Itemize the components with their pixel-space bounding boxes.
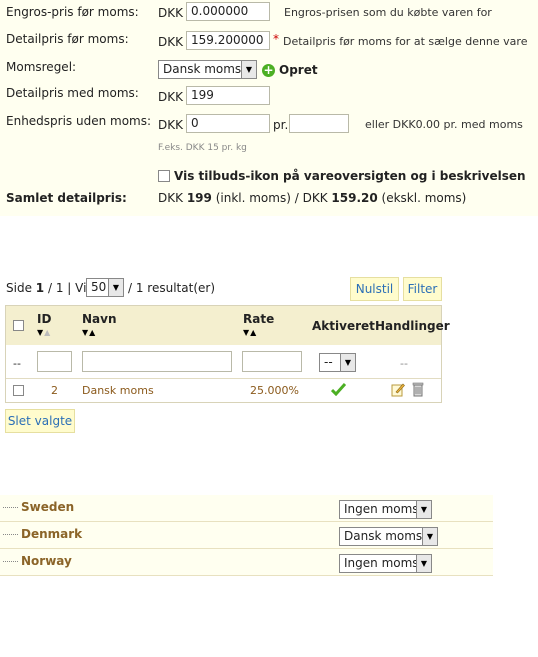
pricing-panel: Engros-pris før moms: DKK 0.000000 Engro… — [0, 0, 538, 216]
check-icon[interactable] — [331, 383, 346, 396]
zone-row-norway: Norway Ingen moms ▼ — [0, 549, 493, 576]
wholesale-price-input[interactable]: 0.000000 — [186, 2, 270, 21]
total-incl-value: 199 — [186, 191, 212, 205]
unit-input[interactable] — [289, 114, 349, 133]
unit-price-currency: DKK — [158, 118, 183, 132]
zone-tax-value: Ingen moms — [344, 556, 419, 570]
zone-tax-value: Dansk moms — [344, 529, 423, 543]
unit-price-label: Enhedspris uden moms: — [6, 114, 152, 128]
filter-enabled-select[interactable]: -- ▼ — [319, 353, 356, 372]
sort-arrows-icon[interactable]: ▼▲ — [82, 328, 96, 337]
row-name: Dansk moms — [82, 384, 154, 397]
chevron-down-icon: ▼ — [241, 61, 256, 78]
create-tax-rule-link[interactable]: Opret — [279, 63, 318, 77]
row-rate: 25.000% — [250, 384, 299, 397]
chevron-down-icon: ▼ — [108, 279, 123, 296]
wholesale-price-hint: Engros-prisen som du købte varen for — [284, 6, 492, 19]
retail-incl-currency: DKK — [158, 90, 183, 104]
reset-button[interactable]: Nulstil — [350, 277, 399, 301]
filter-rate-input[interactable] — [242, 351, 302, 372]
zone-tax-value: Ingen moms — [344, 502, 419, 516]
page-current: 1 — [35, 281, 45, 295]
retail-price-excl-label: Detailpris før moms: — [6, 32, 129, 46]
column-actions: Handlinger — [375, 319, 450, 333]
total-currency-incl: DKK — [158, 191, 183, 205]
on-sale-label: Vis tilbuds-ikon på vareoversigten og i … — [174, 169, 526, 183]
column-rate[interactable]: Rate — [243, 312, 274, 326]
retail-price-excl-hint: Detailpris før moms for at sælge denne v… — [283, 35, 528, 48]
total-excl-text: (ekskl. moms) — [381, 191, 467, 205]
tax-table: ID ▼▲ Navn ▼▲ Rate ▼▲ Aktiveret Handling… — [5, 305, 450, 403]
total-price-summary: DKK 199 (inkl. moms) / DKK 159.20 (ekskl… — [158, 191, 466, 205]
tax-rule-select[interactable]: Dansk moms ▼ — [158, 60, 257, 79]
zone-country-name: Sweden — [21, 500, 75, 514]
zone-country-name: Denmark — [21, 527, 83, 541]
add-icon[interactable]: + — [262, 64, 275, 77]
zone-tax-select[interactable]: Ingen moms ▼ — [339, 500, 432, 519]
page-prefix: Side — [6, 281, 32, 295]
filter-id-input[interactable] — [37, 351, 72, 372]
unit-price-input[interactable]: 0 — [186, 114, 270, 133]
unit-per-label: pr. — [273, 118, 289, 132]
filter-actions-empty: -- — [400, 357, 408, 370]
edit-icon[interactable] — [391, 382, 405, 397]
total-incl-text: (inkl. moms) / — [215, 191, 299, 205]
delete-selected-button[interactable]: Slet valgte — [5, 409, 75, 433]
table-row[interactable]: 2 Dansk moms 25.000% — [6, 379, 441, 402]
on-sale-checkbox[interactable] — [158, 170, 170, 182]
chevron-down-icon: ▼ — [422, 528, 437, 545]
required-marker: * — [273, 32, 279, 46]
table-header: ID ▼▲ Navn ▼▲ Rate ▼▲ Aktiveret Handling… — [6, 306, 450, 345]
tax-rule-label: Momsregel: — [6, 60, 77, 74]
tree-connector — [3, 507, 18, 508]
per-page-value: 50 — [91, 280, 107, 294]
chevron-down-icon: ▼ — [340, 354, 355, 371]
zone-country-name: Norway — [21, 554, 72, 568]
column-name[interactable]: Navn — [82, 312, 117, 326]
select-all-checkbox[interactable] — [13, 320, 24, 331]
filter-name-input[interactable] — [82, 351, 232, 372]
result-count: / 1 resultat(er) — [128, 281, 215, 295]
total-currency-excl: DKK — [302, 191, 328, 205]
zone-tax-select[interactable]: Ingen moms ▼ — [339, 554, 432, 573]
row-checkbox[interactable] — [13, 385, 24, 396]
row-id: 2 — [51, 384, 58, 397]
pagination-info: Side 1 / 1 | Vis — [6, 281, 93, 295]
wholesale-price-label: Engros-pris før moms: — [6, 5, 139, 19]
retail-price-excl-input[interactable]: 159.200000 — [186, 31, 270, 50]
tax-rule-selected: Dansk moms — [163, 62, 242, 76]
per-page-select[interactable]: 50 ▼ — [86, 278, 124, 297]
sort-arrows-icon[interactable]: ▼▲ — [243, 328, 257, 337]
column-enabled: Aktiveret — [312, 319, 375, 333]
filter-button[interactable]: Filter — [403, 277, 442, 301]
zone-tax-select[interactable]: Dansk moms ▼ — [339, 527, 438, 546]
unit-price-hint: eller DKK0.00 pr. med moms — [365, 118, 523, 131]
chevron-down-icon: ▼ — [416, 501, 431, 518]
filter-enabled-value: -- — [324, 355, 333, 369]
wholesale-currency: DKK — [158, 6, 183, 20]
filter-empty: -- — [13, 357, 21, 370]
tree-connector — [3, 561, 18, 562]
total-excl-value: 159.20 — [331, 191, 378, 205]
retail-price-incl-label: Detailpris med moms: — [6, 86, 139, 100]
column-id[interactable]: ID — [37, 312, 51, 326]
retail-excl-currency: DKK — [158, 35, 183, 49]
total-price-label: Samlet detailpris: — [6, 191, 127, 205]
tree-connector — [3, 534, 18, 535]
zone-row-sweden: Sweden Ingen moms ▼ — [0, 495, 493, 522]
sort-arrows-icon[interactable]: ▼▲ — [37, 328, 51, 337]
chevron-down-icon: ▼ — [416, 555, 431, 572]
unit-price-example: F.eks. DKK 15 pr. kg — [158, 143, 247, 153]
delete-icon[interactable] — [412, 382, 424, 397]
retail-price-incl-input[interactable]: 199 — [186, 86, 270, 105]
zone-row-denmark: Denmark Dansk moms ▼ — [0, 522, 493, 549]
